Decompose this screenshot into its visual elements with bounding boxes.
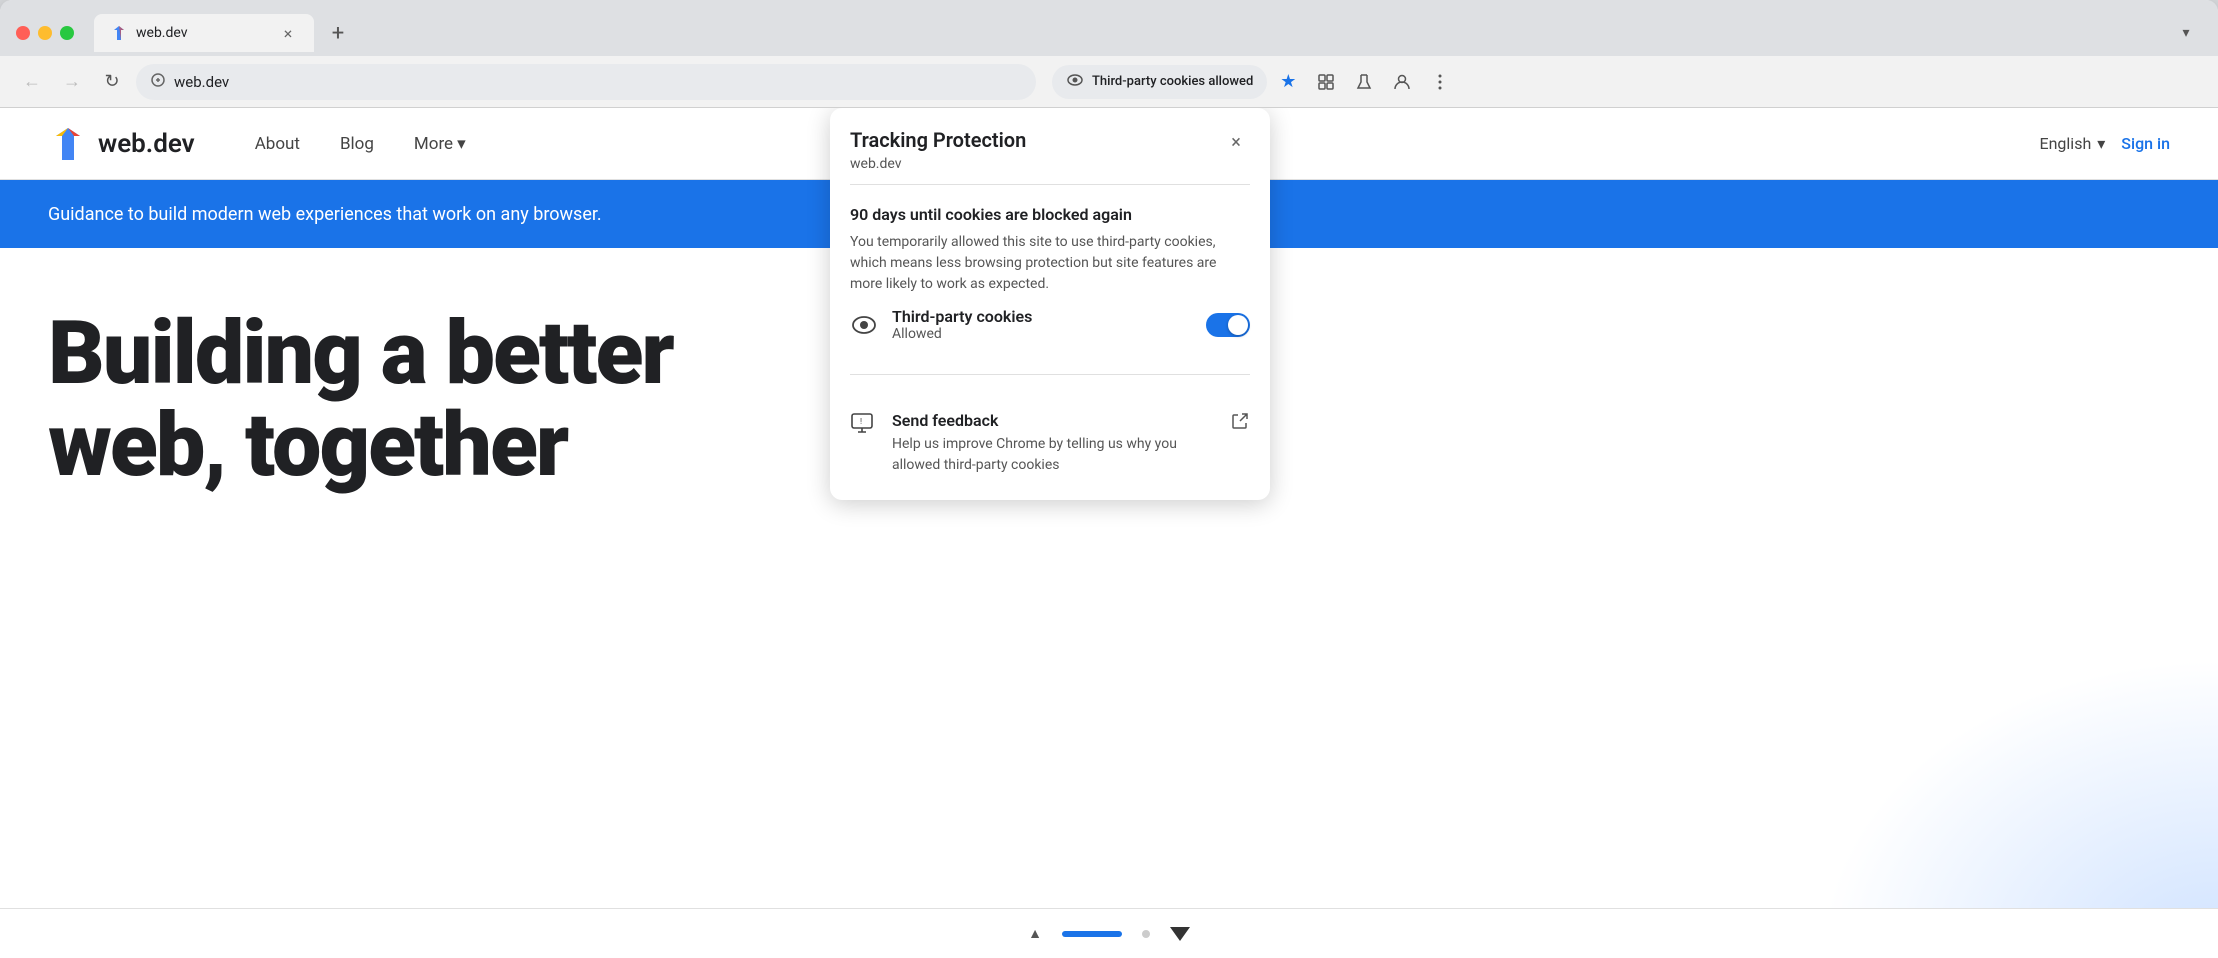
feedback-icon: !	[850, 411, 878, 439]
tab-favicon	[110, 24, 128, 42]
hero-line1: Building a better	[48, 302, 673, 405]
language-dropdown-icon: ▾	[2097, 134, 2105, 153]
new-tab-button[interactable]: +	[322, 17, 354, 49]
popup-days-desc: You temporarily allowed this site to use…	[850, 232, 1250, 295]
nav-more-button[interactable]: More ▾	[414, 134, 466, 154]
feedback-label: Send feedback	[892, 411, 1216, 430]
site-name: web.dev	[98, 129, 195, 159]
tab-dropdown-button[interactable]: ▾	[2170, 17, 2202, 49]
sign-in-button[interactable]: Sign in	[2121, 134, 2170, 153]
pagination-dot	[1142, 930, 1150, 938]
popup-header: Tracking Protection web.dev ×	[830, 108, 1270, 184]
page-bottom: ▲	[0, 908, 2218, 958]
feedback-desc: Help us improve Chrome by telling us why…	[892, 434, 1216, 476]
active-tab[interactable]: web.dev ×	[94, 14, 314, 52]
nav-right: English ▾ Sign in	[2040, 134, 2171, 153]
toolbar-right: Third-party cookies allowed ★	[1052, 65, 1457, 99]
tab-bar: web.dev × + ▾	[0, 0, 2218, 56]
popup-title: Tracking Protection	[850, 128, 1026, 152]
back-button[interactable]: ←	[16, 66, 48, 98]
browser-window: web.dev × + ▾ ← → ↻ web.dev	[0, 0, 2218, 958]
cookie-status: Allowed	[892, 326, 1192, 342]
cookies-toggle[interactable]	[1206, 313, 1250, 337]
reload-button[interactable]: ↻	[96, 66, 128, 98]
eye-badge-icon	[1066, 71, 1084, 93]
address-bar[interactable]: web.dev	[136, 64, 1036, 100]
popup-days-title: 90 days until cookies are blocked again	[850, 205, 1250, 224]
nav-blog[interactable]: Blog	[340, 134, 374, 154]
browser-menu-button[interactable]	[1423, 65, 1457, 99]
cookie-label: Third-party cookies	[892, 307, 1192, 326]
pagination-indicator	[1062, 931, 1122, 937]
fullscreen-window-button[interactable]	[60, 26, 74, 40]
tracking-protection-popup: Tracking Protection web.dev × 90 days un…	[830, 108, 1270, 500]
page-area: web.dev About Blog More ▾ English ▾ Sign…	[0, 108, 2218, 958]
profile-button[interactable]	[1385, 65, 1419, 99]
bottom-up-arrow: ▲	[1028, 925, 1042, 942]
extensions-button[interactable]	[1309, 65, 1343, 99]
bottom-diamond	[1170, 927, 1190, 941]
address-security-icon	[150, 72, 166, 92]
close-window-button[interactable]	[16, 26, 30, 40]
popup-section-feedback: ! Send feedback Help us improve Chrome b…	[830, 375, 1270, 500]
bookmark-button[interactable]: ★	[1271, 65, 1305, 99]
more-dropdown-icon: ▾	[457, 134, 466, 154]
language-label: English	[2040, 134, 2092, 153]
feedback-info: Send feedback Help us improve Chrome by …	[892, 411, 1216, 476]
tab-title: web.dev	[136, 25, 270, 41]
cookie-eye-icon	[850, 311, 878, 339]
feedback-row: ! Send feedback Help us improve Chrome b…	[850, 395, 1250, 480]
minimize-window-button[interactable]	[38, 26, 52, 40]
logo-svg	[48, 124, 88, 164]
site-logo[interactable]: web.dev	[48, 124, 195, 164]
popup-close-button[interactable]: ×	[1222, 128, 1250, 156]
language-button[interactable]: English ▾	[2040, 134, 2106, 153]
popup-section-days: 90 days until cookies are blocked again …	[830, 185, 1270, 374]
nav-about[interactable]: About	[255, 134, 300, 154]
browser-toolbar: ← → ↻ web.dev Third-party	[0, 56, 2218, 108]
external-link-icon[interactable]	[1230, 411, 1250, 436]
tab-close-button[interactable]: ×	[278, 23, 298, 43]
cookies-badge-button[interactable]: Third-party cookies allowed	[1052, 65, 1267, 99]
svg-text:!: !	[860, 417, 862, 426]
hero-banner-text: Guidance to build modern web experiences…	[48, 204, 602, 225]
popup-domain: web.dev	[850, 156, 1026, 172]
traffic-lights	[16, 26, 74, 40]
popup-title-area: Tracking Protection web.dev	[850, 128, 1026, 172]
forward-button[interactable]: →	[56, 66, 88, 98]
cookie-row: Third-party cookies Allowed	[850, 295, 1250, 354]
address-text: web.dev	[174, 73, 229, 91]
cookie-info: Third-party cookies Allowed	[892, 307, 1192, 342]
lab-button[interactable]	[1347, 65, 1381, 99]
toggle-thumb	[1228, 315, 1248, 335]
cookies-badge-text: Third-party cookies allowed	[1092, 74, 1253, 89]
hero-line2: web, together	[48, 394, 567, 497]
tab-bar-right: ▾	[2170, 17, 2202, 49]
